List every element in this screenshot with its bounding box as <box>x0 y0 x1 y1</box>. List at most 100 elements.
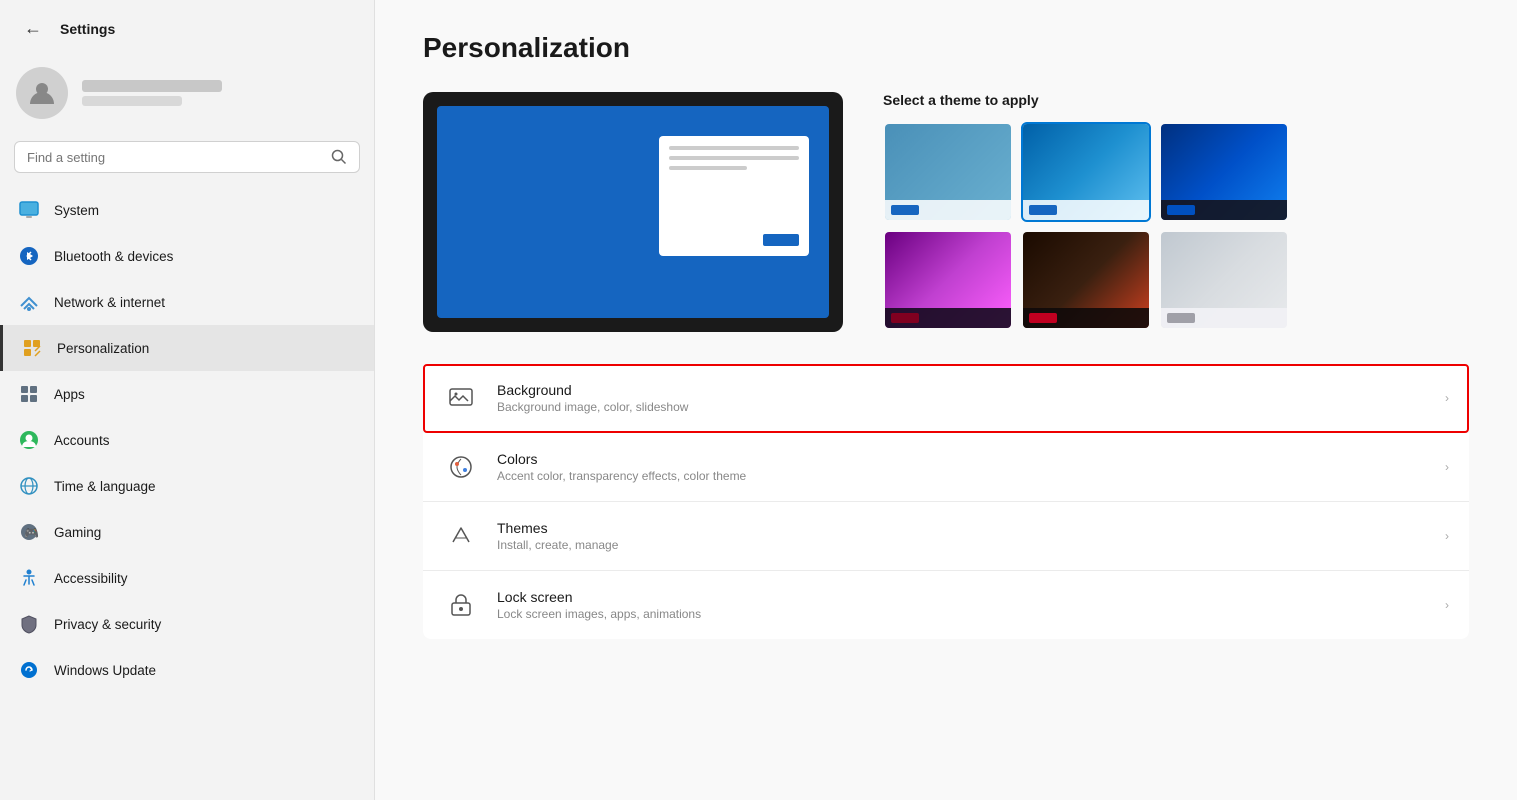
theme-card-2[interactable] <box>1021 122 1151 222</box>
search-box[interactable] <box>14 141 360 173</box>
settings-item-themes[interactable]: Themes Install, create, manage › <box>423 502 1469 571</box>
theme-mini-btn-2 <box>1029 205 1057 215</box>
sidebar-item-label-accounts: Accounts <box>54 433 110 448</box>
theme-card-4[interactable] <box>883 230 1013 330</box>
svg-text:🎮: 🎮 <box>24 526 39 540</box>
globe-icon <box>18 475 40 497</box>
sidebar-item-privacy[interactable]: Privacy & security <box>0 601 374 647</box>
theme-mini-bar-5 <box>1023 308 1149 328</box>
user-email-placeholder <box>82 96 182 106</box>
user-section[interactable] <box>0 57 374 135</box>
preview-line-2 <box>669 156 799 160</box>
sidebar-item-label-windows-update: Windows Update <box>54 663 156 678</box>
preview-line-1 <box>669 146 799 150</box>
settings-list: Background Background image, color, slid… <box>423 364 1469 639</box>
settings-name-background: Background <box>497 382 688 398</box>
sidebar-item-apps[interactable]: Apps <box>0 371 374 417</box>
sidebar-item-label-time: Time & language <box>54 479 156 494</box>
main-content: Personalization Select a theme to apply <box>375 0 1517 800</box>
theme-mini-bar-3 <box>1161 200 1287 220</box>
theme-mini-btn-1 <box>891 205 919 215</box>
theme-select-section: Select a theme to apply <box>883 92 1469 332</box>
settings-name-colors: Colors <box>497 451 746 467</box>
theme-mini-btn-3 <box>1167 205 1195 215</box>
settings-item-colors[interactable]: Colors Accent color, transparency effect… <box>423 433 1469 502</box>
sidebar-item-label-accessibility: Accessibility <box>54 571 128 586</box>
sidebar-item-label-network: Network & internet <box>54 295 165 310</box>
sidebar-item-windows-update[interactable]: Windows Update <box>0 647 374 693</box>
settings-text-lock-screen: Lock screen Lock screen images, apps, an… <box>497 589 701 621</box>
theme-card-3[interactable] <box>1159 122 1289 222</box>
network-icon <box>18 291 40 313</box>
theme-mini-btn-6 <box>1167 313 1195 323</box>
theme-card-1[interactable] <box>883 122 1013 222</box>
sidebar-item-time[interactable]: Time & language <box>0 463 374 509</box>
theme-mini-btn-4 <box>891 313 919 323</box>
avatar <box>16 67 68 119</box>
laptop-preview <box>423 92 843 332</box>
settings-item-lock-screen[interactable]: Lock screen Lock screen images, apps, an… <box>423 571 1469 639</box>
preview-screen <box>437 106 829 318</box>
search-input[interactable] <box>27 150 323 165</box>
themes-icon <box>443 518 479 554</box>
chevron-themes: › <box>1445 529 1449 543</box>
settings-name-themes: Themes <box>497 520 618 536</box>
chevron-colors: › <box>1445 460 1449 474</box>
sidebar-item-label-apps: Apps <box>54 387 85 402</box>
sidebar-item-accessibility[interactable]: Accessibility <box>0 555 374 601</box>
apps-icon <box>18 383 40 405</box>
preview-window-btn <box>763 234 799 246</box>
chevron-background: › <box>1445 391 1449 405</box>
background-icon <box>443 380 479 416</box>
theme-mini-btn-5 <box>1029 313 1057 323</box>
user-name-placeholder <box>82 80 222 92</box>
theme-mini-bar-1 <box>885 200 1011 220</box>
sidebar-item-accounts[interactable]: Accounts <box>0 417 374 463</box>
accessibility-icon <box>18 567 40 589</box>
theme-card-5[interactable] <box>1021 230 1151 330</box>
sidebar-header: ← Settings <box>0 0 374 57</box>
sidebar-item-personalization[interactable]: Personalization <box>0 325 374 371</box>
theme-mini-bar-2 <box>1023 200 1149 220</box>
preview-line-3 <box>669 166 747 170</box>
settings-text-background: Background Background image, color, slid… <box>497 382 688 414</box>
search-icon <box>331 149 347 165</box>
bluetooth-icon <box>18 245 40 267</box>
shield-icon <box>18 613 40 635</box>
preview-window <box>659 136 809 256</box>
settings-name-lock-screen: Lock screen <box>497 589 701 605</box>
theme-card-bg-5 <box>1023 232 1149 328</box>
settings-text-themes: Themes Install, create, manage <box>497 520 618 552</box>
sidebar-item-label-bluetooth: Bluetooth & devices <box>54 249 173 264</box>
sidebar-item-label-gaming: Gaming <box>54 525 101 540</box>
sidebar-item-label-system: System <box>54 203 99 218</box>
theme-card-6[interactable] <box>1159 230 1289 330</box>
settings-desc-colors: Accent color, transparency effects, colo… <box>497 469 746 483</box>
theme-mini-bar-4 <box>885 308 1011 328</box>
theme-section: Select a theme to apply <box>423 92 1469 332</box>
sidebar-item-label-personalization: Personalization <box>57 341 149 356</box>
theme-grid <box>883 122 1469 330</box>
sidebar-item-gaming[interactable]: 🎮 Gaming <box>0 509 374 555</box>
app-title: Settings <box>60 21 115 37</box>
user-info <box>82 80 222 106</box>
sidebar-item-bluetooth[interactable]: Bluetooth & devices <box>0 233 374 279</box>
gaming-icon: 🎮 <box>18 521 40 543</box>
colors-icon <box>443 449 479 485</box>
update-icon <box>18 659 40 681</box>
chevron-lock-screen: › <box>1445 598 1449 612</box>
theme-preview <box>423 92 843 332</box>
theme-select-label: Select a theme to apply <box>883 92 1469 108</box>
back-button[interactable]: ← <box>16 14 50 43</box>
sidebar-item-system[interactable]: System <box>0 187 374 233</box>
theme-card-bg-1 <box>885 124 1011 220</box>
settings-item-background[interactable]: Background Background image, color, slid… <box>423 364 1469 433</box>
sidebar-item-network[interactable]: Network & internet <box>0 279 374 325</box>
theme-card-bg-4 <box>885 232 1011 328</box>
theme-mini-bar-6 <box>1161 308 1287 328</box>
settings-desc-background: Background image, color, slideshow <box>497 400 688 414</box>
theme-card-bg-3 <box>1161 124 1287 220</box>
pen-icon <box>21 337 43 359</box>
page-title: Personalization <box>423 32 1469 64</box>
settings-desc-themes: Install, create, manage <box>497 538 618 552</box>
